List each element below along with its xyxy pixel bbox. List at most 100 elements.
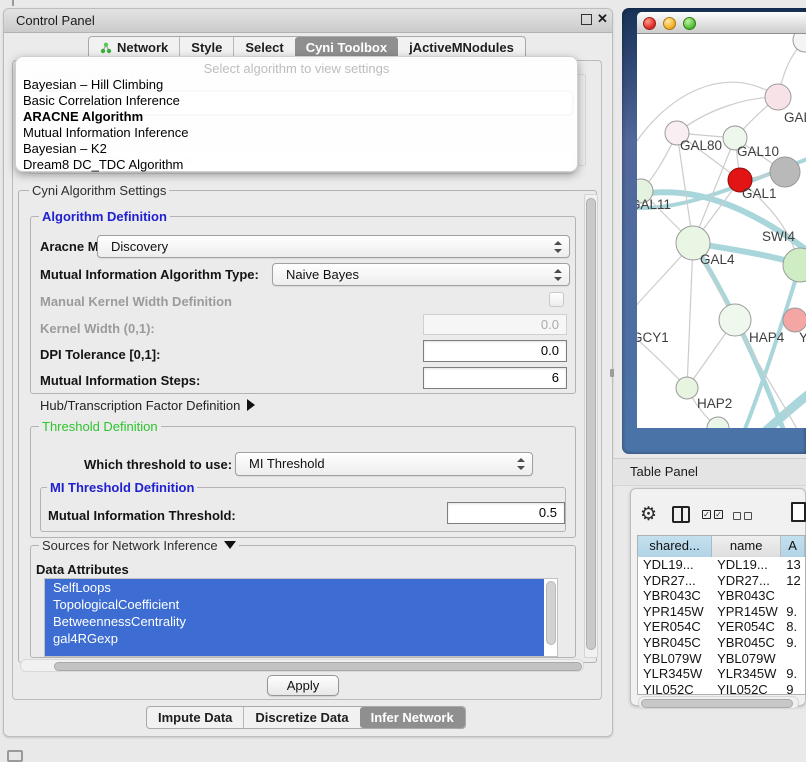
- algorithm-option[interactable]: Bayesian – Hill Climbing: [16, 77, 577, 93]
- dpi-tolerance-field[interactable]: 0.0: [423, 340, 567, 362]
- settings-horizontal-scrollbar[interactable]: [20, 659, 584, 672]
- dpi-tolerance-label: DPI Tolerance [0,1]:: [40, 347, 160, 362]
- attribute-item[interactable]: TopologicalCoefficient: [45, 596, 544, 613]
- table-horizontal-scrollbar[interactable]: [638, 696, 799, 709]
- kernel-width-label: Kernel Width (0,1):: [40, 321, 155, 336]
- data-attributes-list: SelfLoops TopologicalCoefficient Between…: [44, 578, 558, 657]
- node[interactable]: [707, 417, 729, 428]
- table-row[interactable]: YIL052CYIL052C9: [638, 682, 805, 695]
- table-horizontal-scrollbar-thumb[interactable]: [641, 699, 793, 708]
- tab-network[interactable]: Network: [89, 37, 179, 58]
- combo-stepper-icon: [554, 241, 562, 253]
- node-hap2[interactable]: [676, 377, 698, 399]
- tab-network-label: Network: [117, 40, 168, 55]
- table-row[interactable]: YLR345WYLR345W9.: [638, 666, 805, 682]
- node-label: GAL: [784, 110, 806, 125]
- close-icon[interactable]: ✕: [597, 11, 608, 27]
- tab-style[interactable]: Style: [179, 37, 233, 58]
- mi-threshold-definition-title: MI Threshold Definition: [47, 480, 197, 495]
- attribute-item[interactable]: BetweennessCentrality: [45, 613, 544, 630]
- tab-select[interactable]: Select: [233, 37, 294, 58]
- combo-stepper-icon: [517, 458, 525, 470]
- tab-discretize-data[interactable]: Discretize Data: [243, 707, 359, 728]
- minimize-traffic-light-icon[interactable]: [663, 17, 676, 30]
- node-attribute-table: shared... name A YDL19...YDL19...13 YDR2…: [637, 535, 806, 695]
- panel-grip-button[interactable]: [7, 750, 23, 762]
- column-header-shared-name[interactable]: shared...: [638, 536, 712, 557]
- node[interactable]: [765, 84, 791, 110]
- node-label: GAL4: [700, 252, 735, 267]
- table-row[interactable]: YDR27...YDR27...12: [638, 573, 805, 589]
- table-row[interactable]: YER054CYER054C8.: [638, 619, 805, 635]
- split-columns-icon[interactable]: [672, 506, 690, 523]
- network-tab-icon: [100, 42, 112, 54]
- table-row[interactable]: YPR145WYPR145W9.: [638, 604, 805, 620]
- mi-threshold-field[interactable]: 0.5: [447, 502, 565, 524]
- manual-kernel-width-label: Manual Kernel Width Definition: [40, 294, 232, 309]
- algorithm-option-selected[interactable]: ARACNE Algorithm: [16, 109, 577, 125]
- node[interactable]: [793, 34, 806, 52]
- node-label: GCY1: [637, 330, 669, 345]
- table-panel-title: Table Panel: [630, 464, 698, 479]
- sources-title[interactable]: Sources for Network Inference: [39, 538, 239, 553]
- node-label: HAP2: [697, 396, 732, 411]
- table-row[interactable]: YDL19...YDL19...13: [638, 557, 805, 573]
- network-canvas[interactable]: GAL GAL80 GAL10 GAL1 GAL11 SWI4 GAL4 GCY…: [637, 34, 806, 428]
- float-window-icon[interactable]: [581, 14, 592, 25]
- deselect-all-checkboxes-icon[interactable]: [733, 512, 752, 520]
- node-label: GAL10: [737, 144, 779, 159]
- node-salmon[interactable]: [783, 308, 806, 332]
- collapse-down-icon: [224, 541, 236, 549]
- column-header-a[interactable]: A: [781, 536, 805, 557]
- mi-algorithm-type-label: Mutual Information Algorithm Type:: [40, 267, 259, 282]
- settings-horizontal-scrollbar-thumb[interactable]: [54, 662, 582, 671]
- algorithm-option[interactable]: Dream8 DC_TDC Algorithm: [16, 157, 577, 173]
- select-all-checkboxes-icon[interactable]: ✓✓: [702, 510, 723, 519]
- combo-stepper-icon: [554, 269, 562, 281]
- kernel-width-field[interactable]: 0.0: [423, 314, 567, 335]
- tab-infer-network[interactable]: Infer Network: [360, 707, 465, 728]
- table-row[interactable]: YBL079WYBL079W: [638, 651, 805, 667]
- settings-vertical-scrollbar-thumb[interactable]: [586, 198, 596, 650]
- algorithm-option[interactable]: Mutual Information Inference: [16, 125, 577, 141]
- node-gray[interactable]: [770, 157, 800, 187]
- network-window: GAL GAL80 GAL10 GAL1 GAL11 SWI4 GAL4 GCY…: [637, 12, 806, 428]
- algorithm-dropdown-popup: Select algorithm to view settings Bayesi…: [15, 56, 578, 172]
- node-hap4[interactable]: [719, 304, 751, 336]
- tab-jactivemnodules[interactable]: jActiveMNodules: [398, 37, 525, 58]
- node-label: GAL1: [742, 186, 777, 201]
- table-header-row: shared... name A: [638, 536, 805, 557]
- attributes-list-scrollbar[interactable]: [546, 581, 556, 645]
- threshold-definition-title: Threshold Definition: [39, 419, 161, 434]
- panel-divider-handle[interactable]: [610, 369, 614, 377]
- control-panel-title: Control Panel: [16, 13, 95, 28]
- aracne-mode-combobox[interactable]: Discovery: [97, 235, 570, 258]
- algorithm-option[interactable]: Basic Correlation Inference: [16, 93, 577, 109]
- attribute-item[interactable]: gal4RGexp: [45, 630, 544, 647]
- application-root: Control Panel ✕ Network Style Select Cyn…: [0, 0, 806, 762]
- table-row[interactable]: YBR045CYBR045C9.: [638, 635, 805, 651]
- which-threshold-combobox[interactable]: MI Threshold: [235, 452, 533, 476]
- settings-vertical-scrollbar[interactable]: [584, 194, 598, 658]
- apply-button[interactable]: Apply: [267, 675, 339, 696]
- manual-kernel-width-checkbox[interactable]: [549, 292, 564, 307]
- node-label: SWI4: [762, 229, 795, 244]
- gear-icon[interactable]: ⚙: [640, 503, 657, 526]
- network-window-titlebar[interactable]: [637, 12, 806, 34]
- close-traffic-light-icon[interactable]: [643, 17, 656, 30]
- zoom-traffic-light-icon[interactable]: [683, 17, 696, 30]
- mi-steps-field[interactable]: 6: [423, 367, 567, 389]
- attribute-item[interactable]: SelfLoops: [45, 579, 544, 596]
- which-threshold-label: Which threshold to use:: [84, 457, 232, 472]
- column-header-name[interactable]: name: [712, 536, 781, 557]
- table-row[interactable]: YBR043CYBR043C: [638, 588, 805, 604]
- document-icon[interactable]: [791, 502, 806, 522]
- tab-impute-data[interactable]: Impute Data: [147, 707, 243, 728]
- node-label: HAP4: [749, 330, 785, 345]
- mi-algorithm-type-combobox[interactable]: Naive Bayes: [272, 263, 570, 286]
- algorithm-option[interactable]: Bayesian – K2: [16, 141, 577, 157]
- node-label: Y: [799, 330, 806, 345]
- tab-cyni-toolbox[interactable]: Cyni Toolbox: [295, 37, 398, 58]
- node-swi4[interactable]: [783, 248, 806, 282]
- hub-definition-expander[interactable]: Hub/Transcription Factor Definition: [40, 398, 255, 413]
